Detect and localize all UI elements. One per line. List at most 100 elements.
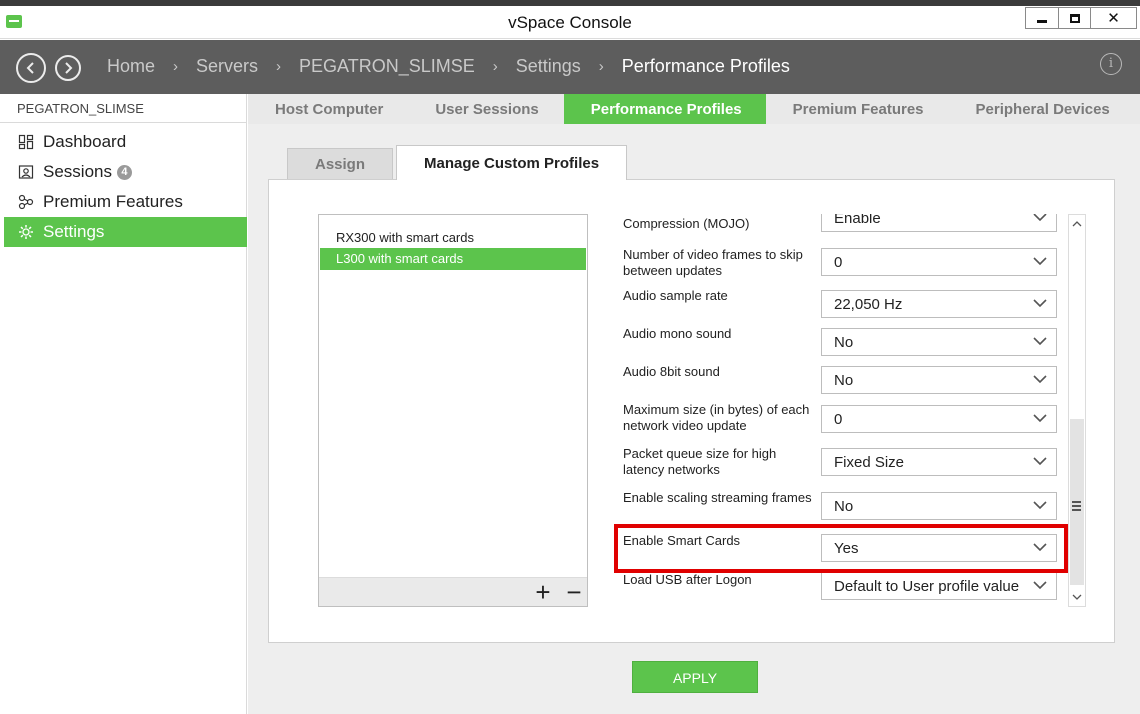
sessions-count-badge: 4 xyxy=(116,164,132,180)
load-usb-after-logon-select[interactable]: Default to User profile value xyxy=(821,572,1057,600)
setting-label: Number of video frames to skip between u… xyxy=(623,247,803,278)
setting-label: Packet queue size for high latency netwo… xyxy=(623,446,777,477)
apply-button[interactable]: APPLY xyxy=(632,661,758,693)
select-value: No xyxy=(834,498,854,515)
breadcrumb-separator: › xyxy=(598,58,604,75)
tab-user-sessions[interactable]: User Sessions xyxy=(383,94,538,124)
select-value: Fixed Size xyxy=(834,454,905,471)
select-value: 0 xyxy=(834,254,843,271)
sidebar-server-name: PEGATRON_SLIMSE xyxy=(0,94,246,123)
add-profile-button[interactable]: + xyxy=(532,579,554,605)
setting-label: Audio sample rate xyxy=(623,288,728,303)
main-content: Host Computer User Sessions Performance … xyxy=(248,94,1140,714)
window-controls: ✕ xyxy=(1025,7,1137,29)
breadcrumb-separator: › xyxy=(276,58,282,75)
breadcrumb-server[interactable]: PEGATRON_SLIMSE xyxy=(299,56,475,78)
breadcrumb-current: Performance Profiles xyxy=(621,56,790,76)
select-value: Default to User profile value xyxy=(834,578,1020,595)
sidebar-item-sessions[interactable]: Sessions 4 xyxy=(4,157,247,187)
chevron-down-icon xyxy=(1072,594,1082,600)
remove-profile-button[interactable]: − xyxy=(563,579,585,605)
setting-label: Enable Smart Cards xyxy=(623,533,741,548)
setting-label: Compression (MOJO) xyxy=(623,216,750,231)
setting-label: Audio mono sound xyxy=(623,326,732,341)
audio-mono-select[interactable]: No xyxy=(821,328,1057,356)
sidebar-item-settings[interactable]: Settings xyxy=(4,217,247,247)
dashboard-icon xyxy=(18,134,34,150)
info-icon[interactable]: i xyxy=(1100,53,1122,75)
chevron-down-icon xyxy=(1033,501,1047,510)
sidebar: PEGATRON_SLIMSE Dashboard Sessions 4 Pre… xyxy=(0,94,247,714)
window-title: vSpace Console xyxy=(508,13,632,32)
close-button[interactable]: ✕ xyxy=(1090,8,1136,28)
audio-sample-rate-select[interactable]: 22,050 Hz xyxy=(821,290,1057,318)
setting-label: Load USB after Logon xyxy=(623,572,752,587)
navigation-bar: Home › Servers › PEGATRON_SLIMSE › Setti… xyxy=(0,40,1140,94)
profile-list-item[interactable]: RX300 with smart cards xyxy=(320,227,586,249)
sidebar-item-dashboard[interactable]: Dashboard xyxy=(4,127,247,157)
profile-list: RX300 with smart cards L300 with smart c… xyxy=(318,214,588,607)
tab-performance-profiles[interactable]: Performance Profiles xyxy=(563,94,766,124)
chevron-down-icon xyxy=(1033,257,1047,266)
chevron-down-icon xyxy=(1033,337,1047,346)
breadcrumb: Home › Servers › PEGATRON_SLIMSE › Setti… xyxy=(107,56,790,78)
select-value: Yes xyxy=(834,540,859,557)
breadcrumb-servers[interactable]: Servers xyxy=(196,56,258,78)
premium-features-icon xyxy=(18,194,34,210)
settings-icon xyxy=(19,225,33,239)
tab-premium-features[interactable]: Premium Features xyxy=(766,94,924,124)
sidebar-item-premium-features[interactable]: Premium Features xyxy=(4,187,247,217)
settings-tab-bar: Host Computer User Sessions Performance … xyxy=(248,94,1140,124)
chevron-down-icon xyxy=(1033,214,1047,222)
settings-scrollbar[interactable] xyxy=(1068,214,1086,607)
chevron-down-icon xyxy=(1033,375,1047,384)
tab-host-computer[interactable]: Host Computer xyxy=(248,94,383,124)
select-value: 0 xyxy=(834,411,843,428)
chevron-down-icon xyxy=(1033,414,1047,423)
packet-queue-size-select[interactable]: Fixed Size xyxy=(821,448,1057,476)
breadcrumb-home[interactable]: Home xyxy=(107,56,155,78)
back-button[interactable] xyxy=(16,53,46,83)
video-frames-skip-select[interactable]: 0 xyxy=(821,248,1057,276)
maximize-button[interactable] xyxy=(1058,8,1090,28)
tab-manage-custom-profiles[interactable]: Manage Custom Profiles xyxy=(396,145,628,180)
minimize-button[interactable] xyxy=(1026,8,1058,28)
setting-label: Audio 8bit sound xyxy=(623,364,720,379)
chevron-up-icon xyxy=(1072,221,1082,227)
title-bar: vSpace Console ✕ xyxy=(0,6,1140,39)
sidebar-item-label: Premium Features xyxy=(43,192,183,211)
breadcrumb-separator: › xyxy=(492,58,498,75)
breadcrumb-settings[interactable]: Settings xyxy=(516,56,581,78)
chevron-down-icon xyxy=(1033,457,1047,466)
chevron-down-icon xyxy=(1033,299,1047,308)
sessions-icon xyxy=(18,165,34,179)
profile-subtab-bar: Assign Manage Custom Profiles xyxy=(287,145,628,180)
compression-select[interactable]: Enable xyxy=(821,214,1057,232)
tab-peripheral-devices[interactable]: Peripheral Devices xyxy=(924,94,1110,124)
sidebar-item-label: Sessions xyxy=(43,162,112,181)
select-value: Enable xyxy=(834,214,881,227)
breadcrumb-separator: › xyxy=(173,58,179,75)
sidebar-item-label: Settings xyxy=(43,222,105,241)
max-video-update-size-select[interactable]: 0 xyxy=(821,405,1057,433)
enable-smart-cards-select[interactable]: Yes xyxy=(821,534,1057,562)
select-value: No xyxy=(834,334,854,351)
grip-icon xyxy=(1072,501,1081,513)
scroll-down-button[interactable] xyxy=(1069,589,1085,605)
tab-assign[interactable]: Assign xyxy=(287,148,394,180)
scroll-up-button[interactable] xyxy=(1069,216,1085,232)
chevron-down-icon xyxy=(1033,543,1047,552)
minimize-icon xyxy=(1037,20,1047,23)
forward-arrow-icon xyxy=(65,62,73,74)
back-arrow-icon xyxy=(26,62,34,74)
chevron-down-icon xyxy=(1033,581,1047,590)
manage-profiles-panel: RX300 with smart cards L300 with smart c… xyxy=(268,179,1115,643)
profile-list-item-selected[interactable]: L300 with smart cards xyxy=(320,248,586,270)
sidebar-item-label: Dashboard xyxy=(43,132,127,151)
scrollbar-thumb[interactable] xyxy=(1070,419,1084,585)
audio-8bit-select[interactable]: No xyxy=(821,366,1057,394)
setting-label: Enable scaling streaming frames xyxy=(623,490,812,505)
forward-button[interactable] xyxy=(55,55,81,81)
scaling-streaming-frames-select[interactable]: No xyxy=(821,492,1057,520)
profile-list-toolbar: + − xyxy=(319,577,587,606)
